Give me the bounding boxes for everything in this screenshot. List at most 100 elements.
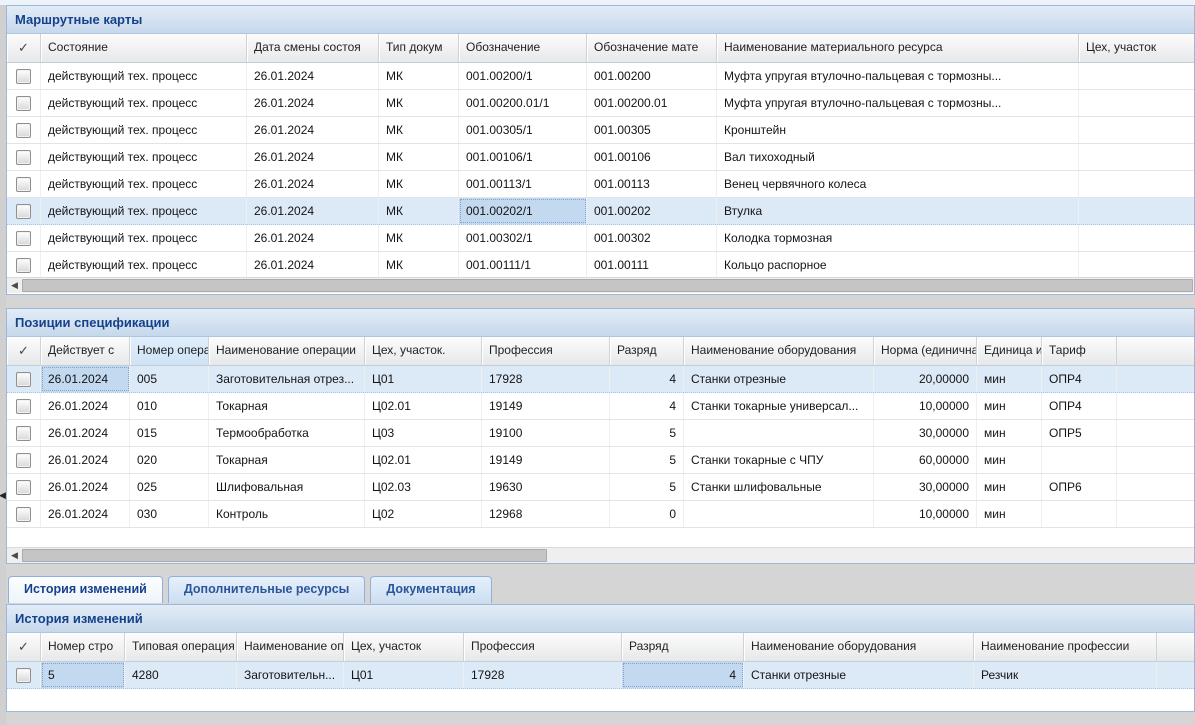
row-checkbox[interactable]: [16, 96, 31, 111]
row-select-cell: [7, 198, 41, 224]
history-grid-header: ✓Номер строТиповая операцияНаименование …: [7, 633, 1194, 662]
row-checkbox[interactable]: [16, 668, 31, 683]
select-all-header[interactable]: ✓: [7, 337, 41, 365]
table-cell: 025: [130, 474, 209, 500]
table-row[interactable]: действующий тех. процесс26.01.2024МК001.…: [7, 171, 1194, 198]
row-checkbox[interactable]: [16, 123, 31, 138]
scroll-left-icon[interactable]: ◀: [7, 548, 22, 563]
panel-history: История изменений ✓Номер строТиповая опе…: [6, 604, 1195, 712]
row-checkbox[interactable]: [16, 426, 31, 441]
route-cards-horizontal-scrollbar[interactable]: ◀: [7, 277, 1194, 293]
select-all-header[interactable]: ✓: [7, 34, 41, 62]
column-header[interactable]: Профессия: [482, 337, 610, 365]
table-cell: Станки шлифовальные: [684, 474, 874, 500]
row-checkbox[interactable]: [16, 399, 31, 414]
table-cell: МК: [379, 225, 459, 251]
panel-title-spec-positions: Позиции спецификации: [7, 309, 1194, 337]
table-row[interactable]: 26.01.2024015ТермообработкаЦ0319100530,0…: [7, 420, 1194, 447]
table-cell: ОПР6: [1042, 474, 1117, 500]
table-row[interactable]: 26.01.2024030КонтрольЦ0212968010,00000ми…: [7, 501, 1194, 528]
table-cell: 001.00302: [587, 225, 717, 251]
spec-positions-grid-header: ✓Действует сНомер операНаименование опер…: [7, 337, 1194, 366]
row-checkbox[interactable]: [16, 150, 31, 165]
table-cell: 001.00305: [587, 117, 717, 143]
spec-positions-horizontal-scrollbar[interactable]: ◀: [7, 547, 1194, 563]
column-header[interactable]: Тип докум: [379, 34, 459, 62]
column-header[interactable]: Наименование опе: [237, 633, 344, 661]
row-checkbox[interactable]: [16, 480, 31, 495]
table-cell: 26.01.2024: [41, 447, 130, 473]
table-cell: Заготовительн...: [237, 662, 344, 688]
table-row[interactable]: 26.01.2024005Заготовительная отрез...Ц01…: [7, 366, 1194, 393]
row-checkbox[interactable]: [16, 69, 31, 84]
table-cell: 26.01.2024: [247, 90, 379, 116]
tab-history-changes[interactable]: История изменений: [8, 576, 163, 603]
table-cell: 001.00113: [587, 171, 717, 197]
column-header[interactable]: Норма (единичная: [874, 337, 977, 365]
column-header[interactable]: Состояние: [41, 34, 247, 62]
table-cell: 26.01.2024: [41, 366, 130, 392]
table-cell: Термообработка: [209, 420, 365, 446]
select-all-header[interactable]: ✓: [7, 633, 41, 661]
tab-documentation[interactable]: Документация: [370, 576, 491, 603]
row-checkbox[interactable]: [16, 231, 31, 246]
column-header[interactable]: Наименование оборудования: [744, 633, 974, 661]
table-row[interactable]: действующий тех. процесс26.01.2024МК001.…: [7, 63, 1194, 90]
column-header[interactable]: Обозначение: [459, 34, 587, 62]
column-header[interactable]: Дата смены состоя: [247, 34, 379, 62]
table-row[interactable]: действующий тех. процесс26.01.2024МК001.…: [7, 198, 1194, 225]
table-cell: Ц01: [344, 662, 464, 688]
row-checkbox[interactable]: [16, 258, 31, 273]
scroll-left-icon[interactable]: ◀: [7, 278, 22, 293]
column-header[interactable]: Тариф: [1042, 337, 1117, 365]
table-cell: Вал тихоходный: [717, 144, 1079, 170]
scrollbar-thumb[interactable]: [22, 279, 1193, 292]
table-cell: [1042, 501, 1117, 527]
column-header[interactable]: Номер опера: [130, 337, 209, 365]
column-header[interactable]: Цех, участок: [1079, 34, 1195, 62]
table-row[interactable]: действующий тех. процесс26.01.2024МК001.…: [7, 144, 1194, 171]
row-checkbox[interactable]: [16, 177, 31, 192]
column-header[interactable]: Единица и: [977, 337, 1042, 365]
row-checkbox[interactable]: [16, 453, 31, 468]
column-header[interactable]: Наименование материального ресурса: [717, 34, 1079, 62]
row-checkbox[interactable]: [16, 507, 31, 522]
column-header[interactable]: Наименование профессии: [974, 633, 1157, 661]
column-header[interactable]: Типовая операция: [125, 633, 237, 661]
column-header[interactable]: Действует с: [41, 337, 130, 365]
row-select-cell: [7, 117, 41, 143]
table-cell: 5: [610, 447, 684, 473]
table-row[interactable]: действующий тех. процесс26.01.2024МК001.…: [7, 252, 1194, 277]
scrollbar-thumb[interactable]: [22, 549, 547, 562]
table-cell: [1079, 225, 1194, 251]
table-row[interactable]: действующий тех. процесс26.01.2024МК001.…: [7, 117, 1194, 144]
table-cell: Станки токарные с ЧПУ: [684, 447, 874, 473]
column-header[interactable]: Обозначение мате: [587, 34, 717, 62]
table-cell: 015: [130, 420, 209, 446]
table-cell: 001.00200.01: [587, 90, 717, 116]
column-header[interactable]: Разряд: [622, 633, 744, 661]
table-cell: 26.01.2024: [41, 420, 130, 446]
column-header[interactable]: Цех, участок: [344, 633, 464, 661]
table-row[interactable]: 26.01.2024010ТокарнаяЦ02.01191494Станки …: [7, 393, 1194, 420]
table-row[interactable]: 26.01.2024020ТокарнаяЦ02.01191495Станки …: [7, 447, 1194, 474]
column-header[interactable]: Наименование оборудования: [684, 337, 874, 365]
tab-additional-resources[interactable]: Дополнительные ресурсы: [168, 576, 366, 603]
table-cell: 001.00302/1: [459, 225, 587, 251]
column-header[interactable]: Наименование операции: [209, 337, 365, 365]
table-cell: Токарная: [209, 447, 365, 473]
table-row[interactable]: действующий тех. процесс26.01.2024МК001.…: [7, 90, 1194, 117]
row-checkbox[interactable]: [16, 204, 31, 219]
table-row[interactable]: действующий тех. процесс26.01.2024МК001.…: [7, 225, 1194, 252]
column-header[interactable]: Разряд: [610, 337, 684, 365]
table-cell: 5: [610, 420, 684, 446]
table-cell: Резчик: [974, 662, 1157, 688]
column-header[interactable]: Цех, участок.: [365, 337, 482, 365]
panel-route-cards: Маршрутные карты ✓СостояниеДата смены со…: [6, 5, 1195, 295]
row-checkbox[interactable]: [16, 372, 31, 387]
column-header[interactable]: Профессия: [464, 633, 622, 661]
column-header[interactable]: Номер стро: [41, 633, 125, 661]
row-select-cell: [7, 501, 41, 527]
table-row[interactable]: 54280Заготовительн...Ц01179284Станки отр…: [7, 662, 1194, 689]
table-row[interactable]: 26.01.2024025ШлифовальнаяЦ02.03196305Ста…: [7, 474, 1194, 501]
